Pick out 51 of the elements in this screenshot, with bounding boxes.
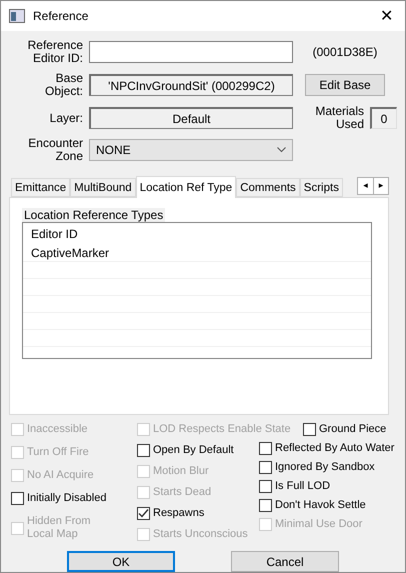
checkbox-label: Hidden From Local Map <box>27 515 92 541</box>
checkbox-label: Starts Dead <box>153 486 212 499</box>
checkbox[interactable] <box>11 492 24 505</box>
chevron-icon <box>277 147 286 153</box>
window-title: Reference <box>33 9 90 23</box>
checkbox-label: Ignored By Sandbox <box>275 461 375 474</box>
close-button[interactable]: ✕ <box>376 6 397 26</box>
checkbox-label: Open By Default <box>153 444 234 457</box>
tab[interactable]: Emittance <box>11 178 70 197</box>
editor-id-field[interactable] <box>89 41 293 63</box>
checkbox-label: Inaccessible <box>27 423 88 436</box>
base-object-field: 'NPCInvGroundSit' (000299C2) <box>89 74 293 96</box>
field-label: Encounter Zone <box>27 137 84 163</box>
checkbox-label: Initially Disabled <box>27 492 106 505</box>
checkbox[interactable] <box>137 507 150 520</box>
checkbox[interactable] <box>259 442 272 455</box>
checkbox-label: LOD Respects Enable State <box>153 423 291 436</box>
layer-field: Default <box>89 107 293 129</box>
tab[interactable]: Comments <box>236 178 300 197</box>
checkbox[interactable] <box>259 499 272 512</box>
checkbox[interactable] <box>137 444 150 457</box>
checkbox-label: Starts Unconscious <box>153 528 248 541</box>
field-label: Layer: <box>48 112 84 124</box>
materials-field: 0 <box>370 107 397 129</box>
encounter-zone-dropdown[interactable]: NONE <box>89 139 293 161</box>
field-label: Base Object: <box>44 72 84 98</box>
list-row[interactable]: CaptiveMarker <box>23 245 371 262</box>
checkbox[interactable] <box>303 423 316 436</box>
group-label: Location Reference Types <box>22 208 166 222</box>
checkbox-label: Turn Off Fire <box>27 446 89 459</box>
tab[interactable]: Scripts <box>300 178 343 197</box>
checkbox-label: Is Full LOD <box>275 480 330 493</box>
column-header[interactable]: Editor ID <box>23 223 371 245</box>
field-label: Materials Used <box>314 105 364 131</box>
checkbox-label: Respawns <box>153 507 204 520</box>
checkbox-label: Don't Havok Settle <box>275 499 366 512</box>
tab[interactable]: MultiBound <box>70 178 136 197</box>
checkbox-label: Ground Piece <box>319 423 386 436</box>
window-icon <box>9 9 25 23</box>
tab[interactable]: Location Ref Type <box>136 176 236 198</box>
checkbox[interactable] <box>259 461 272 474</box>
dialog-button[interactable]: Cancel <box>231 551 339 572</box>
field-label: Reference Editor ID: <box>26 39 84 65</box>
form-id-text: (0001D38E) <box>312 45 378 59</box>
dialog-button[interactable]: OK <box>67 551 175 572</box>
edit-base-button[interactable]: Edit Base <box>305 74 385 96</box>
checkbox-label: Motion Blur <box>153 465 209 478</box>
checkbox-label: Reflected By Auto Water <box>275 442 394 455</box>
checkbox-label: Minimal Use Door <box>275 518 362 531</box>
checkbox[interactable] <box>259 480 272 493</box>
checkbox-label: No AI Acquire <box>27 469 94 482</box>
